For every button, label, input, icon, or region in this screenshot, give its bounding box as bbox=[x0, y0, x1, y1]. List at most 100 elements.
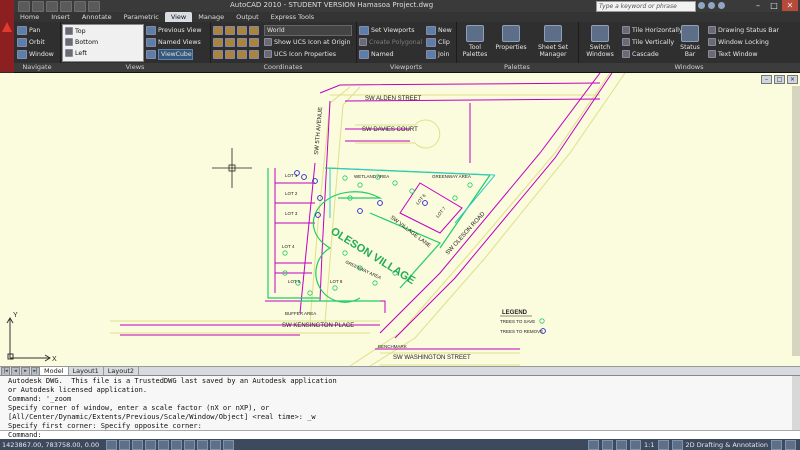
tab-insert[interactable]: Insert bbox=[45, 12, 76, 22]
join-viewport-button[interactable]: Join bbox=[426, 49, 449, 59]
clean-screen-icon[interactable] bbox=[785, 440, 796, 450]
zoom-window-button[interactable]: Window bbox=[17, 49, 54, 59]
workspace-gear-icon[interactable] bbox=[671, 440, 683, 450]
ucs-y-icon[interactable] bbox=[225, 37, 235, 47]
save-icon[interactable] bbox=[46, 1, 58, 12]
cul-de-sac bbox=[355, 119, 441, 149]
lot-label: LOT 4 bbox=[282, 244, 295, 249]
open-icon[interactable] bbox=[32, 1, 44, 12]
views-list[interactable]: Top Bottom Left bbox=[62, 24, 144, 62]
new-viewport-button[interactable]: New bbox=[426, 25, 452, 35]
ucs-x-icon[interactable] bbox=[213, 37, 223, 47]
viewport-restore-button[interactable]: □ bbox=[774, 75, 785, 84]
status-bar-button[interactable]: Status Bar bbox=[676, 25, 704, 58]
command-scrollbar[interactable] bbox=[792, 376, 800, 431]
properties-button[interactable]: Properties bbox=[494, 25, 528, 51]
ucs-tools-row-2 bbox=[213, 37, 259, 47]
ucs-icon[interactable] bbox=[213, 25, 223, 35]
tile-horizontally-button[interactable]: Tile Horizontally bbox=[622, 25, 683, 35]
viewports-icon bbox=[359, 25, 369, 35]
tab-parametric[interactable]: Parametric bbox=[118, 12, 165, 22]
ortho-icon[interactable] bbox=[132, 439, 143, 450]
workspace-switcher[interactable]: 2D Drafting & Annotation bbox=[686, 441, 769, 449]
ucs-world-icon[interactable] bbox=[225, 25, 235, 35]
ucs-icon-properties-button[interactable]: UCS Icon Properties bbox=[264, 49, 336, 59]
polar-icon[interactable] bbox=[145, 439, 156, 450]
tab-express-tools[interactable]: Express Tools bbox=[265, 12, 320, 22]
create-polygonal-button[interactable]: Create Polygonal bbox=[359, 37, 422, 47]
tree-save bbox=[342, 250, 348, 256]
viewcube-toggle[interactable]: ViewCube bbox=[146, 48, 193, 60]
ucs-face-icon[interactable] bbox=[225, 49, 235, 59]
show-ucs-icon-button[interactable]: Show UCS Icon at Origin bbox=[264, 37, 351, 47]
tab-annotate[interactable]: Annotate bbox=[76, 12, 118, 22]
clip-icon bbox=[426, 37, 436, 47]
model-space-icon[interactable] bbox=[588, 440, 600, 450]
quick-properties-icon[interactable] bbox=[223, 439, 234, 450]
close-button[interactable]: ✕ bbox=[782, 0, 798, 11]
ucs-named-icon[interactable] bbox=[249, 49, 259, 59]
orbit-button[interactable]: Orbit bbox=[17, 37, 45, 47]
maximize-button[interactable]: □ bbox=[766, 0, 782, 11]
ucs-z-icon[interactable] bbox=[237, 37, 247, 47]
command-input[interactable]: Command: bbox=[0, 430, 800, 439]
plot-icon[interactable] bbox=[88, 1, 100, 12]
redo-icon[interactable] bbox=[74, 1, 86, 12]
vertical-scrollbar[interactable] bbox=[792, 86, 800, 356]
window-locking-button[interactable]: Window Locking bbox=[708, 37, 769, 47]
osnap-icon[interactable] bbox=[158, 439, 169, 450]
text-window-button[interactable]: Text Window bbox=[708, 49, 758, 59]
tree-save bbox=[307, 290, 313, 296]
undo-icon[interactable] bbox=[60, 1, 72, 12]
pan-status-icon[interactable] bbox=[616, 440, 628, 450]
drawing-status-bar-button[interactable]: Drawing Status Bar bbox=[708, 25, 779, 35]
view-left[interactable]: Left bbox=[65, 48, 87, 58]
area-label-wetland: WETLAND AREA bbox=[354, 174, 389, 179]
tab-output[interactable]: Output bbox=[230, 12, 265, 22]
ucs-view-icon[interactable] bbox=[249, 37, 259, 47]
tab-manage[interactable]: Manage bbox=[192, 12, 230, 22]
tool-palettes-button[interactable]: Tool Palettes bbox=[458, 25, 492, 58]
switch-windows-button[interactable]: Switch Windows bbox=[580, 25, 620, 58]
annotation-scale[interactable]: 1:1 bbox=[644, 441, 654, 449]
minimize-button[interactable]: – bbox=[750, 0, 766, 11]
tab-view[interactable]: View bbox=[164, 12, 193, 22]
ucs-3point-icon[interactable] bbox=[249, 25, 259, 35]
ucs-combo[interactable]: World bbox=[264, 25, 352, 36]
viewport-close-button[interactable]: × bbox=[787, 75, 798, 84]
dyn-icon[interactable] bbox=[197, 439, 208, 450]
ucs-previous-icon[interactable] bbox=[237, 49, 247, 59]
lock-toolbar-icon[interactable] bbox=[771, 440, 782, 450]
set-viewports-button[interactable]: Set Viewports bbox=[359, 25, 414, 35]
zoom-status-icon[interactable] bbox=[630, 440, 642, 450]
view-bottom[interactable]: Bottom bbox=[65, 37, 98, 47]
legend-save-label: TREES TO SAVE bbox=[500, 319, 535, 324]
star-icon[interactable] bbox=[708, 2, 715, 9]
clip-viewport-button[interactable]: Clip bbox=[426, 37, 450, 47]
new-icon[interactable] bbox=[18, 1, 30, 12]
ducs-icon[interactable] bbox=[184, 439, 195, 450]
cascade-button[interactable]: Cascade bbox=[622, 49, 659, 59]
tab-home[interactable]: Home bbox=[14, 12, 45, 22]
view-top[interactable]: Top bbox=[65, 26, 86, 36]
sheet-set-manager-button[interactable]: Sheet Set Manager bbox=[532, 25, 574, 58]
binoculars-icon[interactable] bbox=[698, 2, 705, 9]
quick-view-icon[interactable] bbox=[602, 440, 614, 450]
search-input[interactable]: Type a keyword or phrase bbox=[596, 1, 696, 12]
grid-icon[interactable] bbox=[119, 439, 130, 450]
named-views-button[interactable]: Named Views bbox=[146, 37, 201, 47]
previous-view-button[interactable]: Previous View bbox=[146, 25, 202, 35]
help-icon[interactable] bbox=[718, 2, 725, 9]
snap-icon[interactable] bbox=[106, 439, 117, 450]
lineweight-icon[interactable] bbox=[210, 439, 221, 450]
ucs-origin-icon[interactable] bbox=[237, 25, 247, 35]
tile-vertically-button[interactable]: Tile Vertically bbox=[622, 37, 674, 47]
named-viewports-button[interactable]: Named bbox=[359, 49, 394, 59]
otrack-icon[interactable] bbox=[171, 439, 182, 450]
ucs-object-icon[interactable] bbox=[213, 49, 223, 59]
annotation-visibility-icon[interactable] bbox=[657, 440, 669, 450]
application-menu-button[interactable] bbox=[0, 0, 14, 72]
drawing-canvas[interactable]: SW ALDEN STREET SW DAVIES COURT SW 5TH A… bbox=[0, 73, 800, 366]
viewport-minimize-button[interactable]: – bbox=[761, 75, 772, 84]
pan-button[interactable]: Pan bbox=[17, 25, 40, 35]
